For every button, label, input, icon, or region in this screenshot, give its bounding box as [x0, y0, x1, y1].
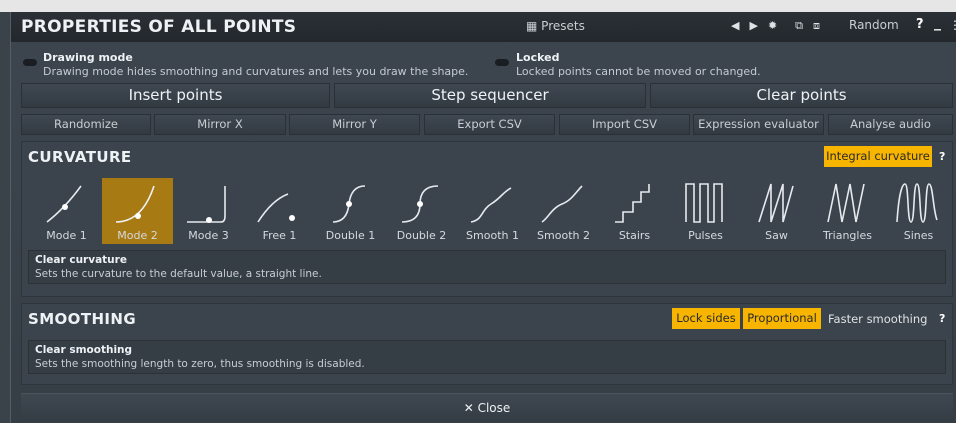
saw-label: Saw — [765, 229, 788, 242]
grid-icon: ▦ — [526, 19, 538, 33]
properties-window: PROPERTIES OF ALL POINTS ▦ Presets ◀ ▶ ✹… — [10, 12, 956, 423]
clear-points-button[interactable]: Clear points — [650, 83, 953, 108]
clear-curvature-title: Clear curvature — [35, 254, 127, 266]
drawing-mode-title: Drawing mode — [43, 51, 133, 64]
double-1-label: Double 1 — [325, 229, 376, 242]
integral-curvature-button[interactable]: Integral curvature — [824, 146, 932, 167]
mode-3-label: Mode 3 — [188, 229, 229, 242]
smooth2-curve-icon — [541, 185, 583, 223]
stairs-curve-icon — [615, 184, 650, 223]
double-1-option[interactable]: Double 1 — [315, 178, 386, 244]
stairs-label: Stairs — [618, 229, 651, 242]
mode-2-label: Mode 2 — [117, 229, 158, 242]
clear-smoothing-description: Sets the smoothing length to zero, thus … — [35, 358, 365, 370]
curvature-modes: Mode 1 Mode 2 Mode 3 Free 1 Double 1 Dou… — [31, 178, 947, 244]
triangles-label: Triangles — [823, 229, 872, 242]
mode-1-label: Mode 1 — [46, 229, 87, 242]
free1-curve-icon — [257, 193, 295, 223]
window-title: PROPERTIES OF ALL POINTS — [21, 17, 297, 37]
paste-icon[interactable]: ⧈ — [813, 19, 820, 33]
triangles-curve-icon — [827, 183, 865, 223]
step-sequencer-button[interactable]: Step sequencer — [334, 83, 646, 108]
insert-points-button[interactable]: Insert points — [21, 83, 330, 108]
double-2-label: Double 2 — [396, 229, 447, 242]
presets-button[interactable]: ▦ Presets — [526, 19, 585, 33]
previous-preset-icon[interactable]: ◀ — [731, 19, 739, 33]
settings-gear-icon[interactable]: ✹ — [768, 19, 777, 33]
minimize-button[interactable]: _ — [934, 15, 941, 31]
clear-curvature-description: Sets the curvature to the default value,… — [35, 268, 322, 280]
clear-smoothing-info: Clear smoothing Sets the smoothing lengt… — [28, 340, 946, 374]
pulses-label: Pulses — [688, 229, 723, 242]
saw-option[interactable]: Saw — [741, 178, 812, 244]
host-strip — [0, 0, 956, 12]
locked-toggle[interactable] — [495, 59, 509, 66]
drawing-mode-description: Drawing mode hides smoothing and curvatu… — [43, 65, 469, 78]
presets-label: Presets — [541, 19, 585, 33]
more-options-icon[interactable]: ⋮ — [949, 18, 956, 32]
smooth-1-option[interactable]: Smooth 1 — [457, 178, 528, 244]
smoothing-panel: SMOOTHING Lock sides Proportional Faster… — [21, 303, 953, 385]
mode-2-option[interactable]: Mode 2 — [102, 178, 173, 244]
clear-curvature-info: Clear curvature Sets the curvature to th… — [28, 250, 946, 284]
smoothing-help-button[interactable]: ? — [939, 312, 945, 325]
pulses-option[interactable]: Pulses — [670, 178, 741, 244]
help-button[interactable]: ? — [916, 17, 924, 32]
mode-1-option[interactable]: Mode 1 — [31, 178, 102, 244]
triangles-option[interactable]: Triangles — [812, 178, 883, 244]
smooth-2-label: Smooth 2 — [537, 229, 590, 242]
clear-smoothing-title: Clear smoothing — [35, 344, 133, 356]
sines-option[interactable]: Sines — [883, 178, 954, 244]
mode-3-option[interactable]: Mode 3 — [173, 178, 244, 244]
locked-description: Locked points cannot be moved or changed… — [516, 65, 761, 78]
mode3-curve-icon — [187, 186, 226, 223]
copy-icon[interactable]: ⧉ — [795, 19, 803, 33]
locked-title: Locked — [516, 51, 560, 64]
import-csv-button[interactable]: Import CSV — [559, 114, 690, 135]
lock-sides-button[interactable]: Lock sides — [672, 308, 740, 329]
toolbar-icons: ◀ ▶ ✹ ⧉ ⧈ — [731, 19, 820, 33]
mirror-x-button[interactable]: Mirror X — [154, 114, 286, 135]
smooth1-curve-icon — [470, 187, 512, 223]
drawing-mode-toggle[interactable] — [23, 59, 37, 66]
mode1-curve-icon — [46, 185, 82, 223]
mirror-y-button[interactable]: Mirror Y — [289, 114, 420, 135]
export-csv-button[interactable]: Export CSV — [424, 114, 555, 135]
smooth-1-label: Smooth 1 — [466, 229, 519, 242]
double-2-option[interactable]: Double 2 — [386, 178, 457, 244]
title-bar: PROPERTIES OF ALL POINTS ▦ Presets ◀ ▶ ✹… — [11, 12, 956, 42]
pulses-curve-icon — [685, 183, 723, 223]
stairs-option[interactable]: Stairs — [599, 178, 670, 244]
curvature-help-button[interactable]: ? — [939, 150, 945, 163]
sines-label: Sines — [903, 229, 934, 242]
saw-curve-icon — [758, 183, 794, 223]
curvature-title: CURVATURE — [28, 148, 132, 166]
next-preset-icon[interactable]: ▶ — [749, 19, 757, 33]
free-1-label: Free 1 — [262, 229, 297, 242]
smoothing-title: SMOOTHING — [28, 310, 137, 328]
close-button[interactable]: ✕ Close — [21, 393, 953, 421]
expression-evaluator-button[interactable]: Expression evaluator — [693, 114, 824, 135]
faster-smoothing-button[interactable]: Faster smoothing — [828, 312, 927, 326]
analyse-audio-button[interactable]: Analyse audio — [828, 114, 953, 135]
double2-curve-icon — [401, 185, 439, 223]
smooth-2-option[interactable]: Smooth 2 — [528, 178, 599, 244]
sines-curve-icon — [896, 183, 938, 223]
proportional-button[interactable]: Proportional — [743, 308, 821, 329]
randomize-button[interactable]: Randomize — [21, 114, 151, 135]
close-label: ✕ Close — [463, 401, 511, 415]
random-button[interactable]: Random — [849, 18, 899, 32]
mode2-curve-icon — [115, 185, 155, 223]
free-1-option[interactable]: Free 1 — [244, 178, 315, 244]
double1-curve-icon — [332, 185, 366, 223]
